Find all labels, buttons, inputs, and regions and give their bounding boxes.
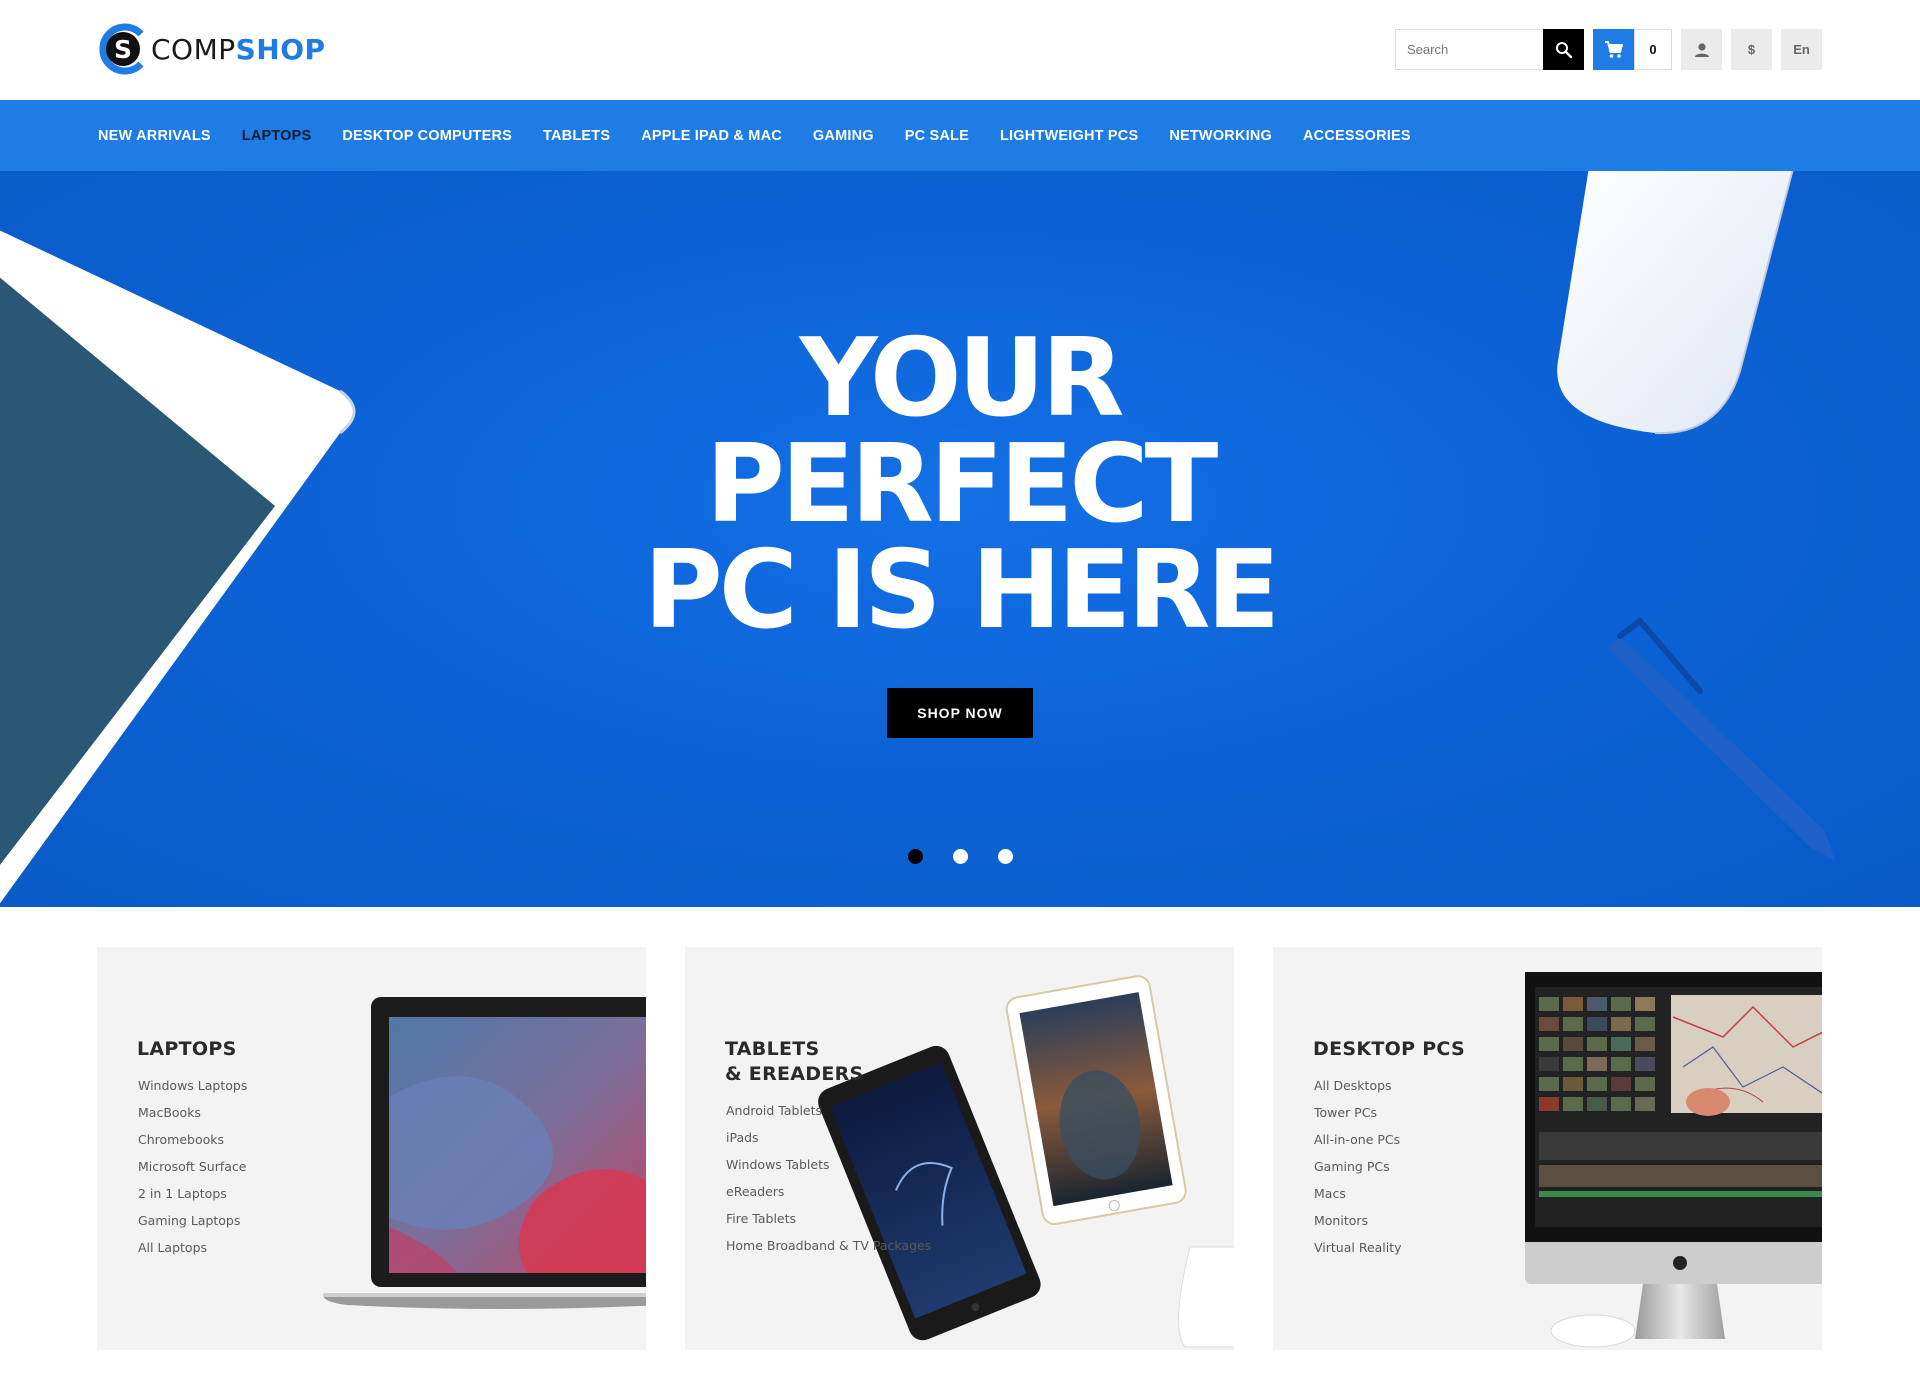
- search-button[interactable]: [1543, 29, 1584, 70]
- brand-name-part2: SHOP: [235, 32, 326, 66]
- nav-item-desktop-computers[interactable]: DESKTOP COMPUTERS: [342, 128, 512, 144]
- category-link[interactable]: Gaming Laptops: [138, 1207, 247, 1234]
- pen-image: [1608, 616, 1835, 861]
- category-link[interactable]: 2 in 1 Laptops: [138, 1180, 247, 1207]
- category-links-laptops: Windows Laptops MacBooks Chromebooks Mic…: [138, 1072, 247, 1261]
- hero-banner: YOUR PERFECT PC IS HERE SHOP NOW: [0, 171, 1920, 907]
- category-links-desktop-pcs: All Desktops Tower PCs All-in-one PCs Ga…: [1314, 1072, 1402, 1261]
- brand-logo[interactable]: S COMPSHOP: [97, 22, 326, 76]
- category-link[interactable]: Windows Tablets: [726, 1151, 931, 1178]
- slider-dot-1[interactable]: [908, 849, 923, 864]
- category-title-line: & EREADERS: [725, 1063, 864, 1085]
- language-button[interactable]: En: [1781, 29, 1822, 70]
- cart-button[interactable]: [1593, 29, 1634, 70]
- category-link[interactable]: Tower PCs: [1314, 1099, 1402, 1126]
- category-link[interactable]: eReaders: [726, 1178, 931, 1205]
- nav-item-pc-sale[interactable]: PC SALE: [905, 128, 969, 144]
- slider-dot-2[interactable]: [953, 849, 968, 864]
- category-link[interactable]: All Desktops: [1314, 1072, 1402, 1099]
- category-link[interactable]: Macs: [1314, 1180, 1402, 1207]
- category-title-laptops[interactable]: LAPTOPS: [137, 1037, 237, 1062]
- brand-name: COMPSHOP: [151, 33, 326, 66]
- category-title-tablets[interactable]: TABLETS & EREADERS: [725, 1037, 864, 1087]
- apple-logo-icon: [1673, 1256, 1687, 1270]
- category-link[interactable]: Virtual Reality: [1314, 1234, 1402, 1261]
- hero-headline-line1: YOUR: [799, 316, 1124, 441]
- category-card-laptops[interactable]: LAPTOPS Windows Laptops MacBooks Chromeb…: [97, 947, 646, 1350]
- category-link[interactable]: Home Broadband & TV Packages: [726, 1232, 931, 1259]
- nav-item-gaming[interactable]: GAMING: [813, 128, 874, 144]
- category-card-tablets[interactable]: TABLETS & EREADERS Android Tablets iPads…: [685, 947, 1234, 1350]
- user-icon: [1694, 42, 1709, 57]
- nav-item-accessories[interactable]: ACCESSORIES: [1303, 128, 1411, 144]
- category-title-line: DESKTOP PCS: [1313, 1038, 1466, 1060]
- account-button[interactable]: [1681, 29, 1722, 70]
- hero-headline-line3: PC IS HERE: [643, 528, 1281, 653]
- category-link[interactable]: All-in-one PCs: [1314, 1126, 1402, 1153]
- hero-headline: YOUR PERFECT PC IS HERE: [560, 316, 1360, 653]
- nav-item-new-arrivals[interactable]: NEW ARRIVALS: [98, 128, 211, 144]
- mouse-image: [1557, 171, 1794, 435]
- category-link[interactable]: iPads: [726, 1124, 931, 1151]
- nav-item-lightweight-pcs[interactable]: LIGHTWEIGHT PCS: [1000, 128, 1138, 144]
- nav-list: NEW ARRIVALS LAPTOPS DESKTOP COMPUTERS T…: [98, 100, 1442, 171]
- currency-button[interactable]: $: [1731, 29, 1772, 70]
- category-link[interactable]: Monitors: [1314, 1207, 1402, 1234]
- category-link[interactable]: Android Tablets: [726, 1097, 931, 1124]
- category-title-line: TABLETS: [725, 1038, 820, 1060]
- nav-item-networking[interactable]: NETWORKING: [1169, 128, 1272, 144]
- tablet-image: [0, 230, 356, 904]
- nav-item-apple-ipad-mac[interactable]: APPLE IPAD & MAC: [641, 128, 782, 144]
- shop-now-button[interactable]: SHOP NOW: [887, 688, 1033, 738]
- category-link[interactable]: Chromebooks: [138, 1126, 247, 1153]
- category-link[interactable]: All Laptops: [138, 1234, 247, 1261]
- nav-item-laptops[interactable]: LAPTOPS: [242, 128, 312, 144]
- slider-dot-3[interactable]: [998, 849, 1013, 864]
- search-field[interactable]: [1395, 29, 1543, 70]
- site-header: S COMPSHOP 0 $ En: [0, 0, 1920, 100]
- logo-mark-letter: S: [114, 35, 132, 64]
- category-link[interactable]: Fire Tablets: [726, 1205, 931, 1232]
- category-links-tablets: Android Tablets iPads Windows Tablets eR…: [726, 1097, 931, 1259]
- logo-mark-icon: S: [97, 22, 147, 76]
- category-card-desktop-pcs[interactable]: DESKTOP PCS All Desktops Tower PCs All-i…: [1273, 947, 1822, 1350]
- nav-item-tablets[interactable]: TABLETS: [543, 128, 610, 144]
- category-link[interactable]: Windows Laptops: [138, 1072, 247, 1099]
- category-link[interactable]: Gaming PCs: [1314, 1153, 1402, 1180]
- brand-name-part1: COMP: [151, 32, 236, 66]
- category-title-line: LAPTOPS: [137, 1038, 237, 1060]
- search-icon: [1555, 41, 1572, 58]
- category-link[interactable]: Microsoft Surface: [138, 1153, 247, 1180]
- cart-count-badge[interactable]: 0: [1634, 29, 1672, 70]
- hero-headline-line2: PERFECT: [705, 422, 1219, 547]
- main-navigation: NEW ARRIVALS LAPTOPS DESKTOP COMPUTERS T…: [0, 100, 1920, 171]
- category-title-desktop-pcs[interactable]: DESKTOP PCS: [1313, 1037, 1465, 1062]
- category-link[interactable]: MacBooks: [138, 1099, 247, 1126]
- cart-icon: [1604, 40, 1623, 58]
- search-input[interactable]: [1396, 30, 1543, 69]
